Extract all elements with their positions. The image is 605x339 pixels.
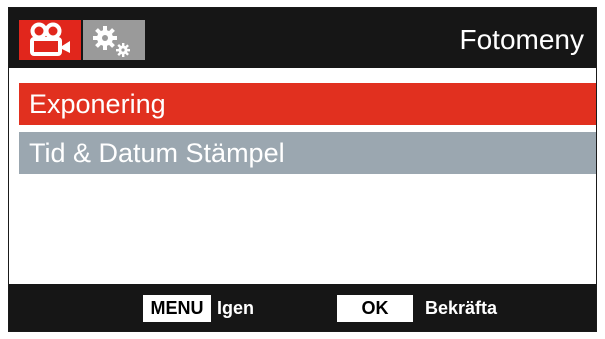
camera-menu-screen: Fotomeny Exponering Tid & Datum Stämpel … [8, 7, 597, 332]
page-title: Fotomeny [459, 24, 585, 55]
menu-key-action: Igen [217, 298, 255, 318]
tab-settings[interactable] [83, 20, 145, 60]
menu-list: Exponering Tid & Datum Stämpel [19, 83, 596, 181]
menu-item-exponering[interactable]: Exponering [19, 83, 596, 125]
ok-key[interactable]: OK [337, 295, 413, 322]
ok-key-action: Bekräfta [425, 298, 498, 318]
header-bar: Fotomeny [9, 8, 596, 68]
gears-icon [93, 26, 130, 57]
tab-video[interactable] [19, 20, 81, 60]
footer-bar: MENU Igen OK Bekräfta [9, 284, 596, 331]
menu-key[interactable]: MENU [143, 295, 211, 322]
menu-item-time-date-stamp[interactable]: Tid & Datum Stämpel [19, 132, 596, 174]
video-camera-icon [30, 22, 70, 56]
